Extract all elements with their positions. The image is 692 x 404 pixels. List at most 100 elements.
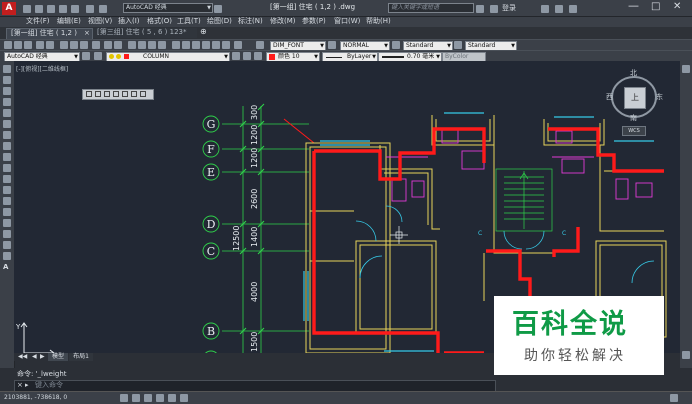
file-tab[interactable]: [第一组] 住宅 ( 1,2 ) × (6, 28, 93, 39)
viewcube-top-face[interactable]: 上 (624, 87, 646, 109)
arc-icon[interactable] (3, 120, 11, 128)
paste-icon[interactable] (80, 41, 88, 49)
markup-icon[interactable] (212, 41, 220, 49)
revision-cloud-icon[interactable] (3, 142, 11, 150)
polar-tracking-icon[interactable] (156, 394, 164, 402)
open-file-icon[interactable] (35, 5, 43, 13)
multiline-text-icon[interactable]: A (3, 263, 8, 272)
line-icon[interactable] (3, 65, 11, 73)
workspace-select[interactable]: AutoCAD 经典 ▼ (123, 3, 213, 13)
next-layout-icon[interactable]: ▶ (40, 352, 45, 361)
compass-north[interactable]: 北 (630, 69, 637, 78)
save-icon[interactable] (24, 41, 32, 49)
prev-layout-icon[interactable]: ◀ (32, 352, 37, 361)
dim-style-icon[interactable] (328, 41, 336, 49)
make-current-layer-icon[interactable] (232, 52, 240, 60)
cut-icon[interactable] (60, 41, 68, 49)
save-as-icon[interactable] (59, 5, 67, 13)
app-store-icon[interactable] (541, 5, 549, 13)
command-close-icon[interactable]: × (17, 381, 23, 390)
table-icon[interactable] (3, 252, 11, 260)
object-snap-icon[interactable] (168, 394, 176, 402)
login-link[interactable]: 登录 (502, 4, 516, 13)
gradient-icon[interactable] (3, 230, 11, 238)
zoom-window-icon[interactable] (148, 41, 156, 49)
search-icon[interactable] (476, 5, 484, 13)
menu-item[interactable]: 标注(N) (238, 17, 263, 26)
layout-tab-layout1[interactable]: 布局1 (69, 353, 93, 361)
new-file-icon[interactable] (23, 5, 31, 13)
help-icon[interactable] (234, 41, 242, 49)
text-style-icon[interactable] (256, 41, 264, 49)
lineweight-icon[interactable] (180, 394, 188, 402)
menu-item[interactable]: 参数(P) (302, 17, 326, 26)
wcs-menu[interactable]: WCS (622, 126, 646, 136)
save-icon[interactable] (47, 5, 55, 13)
tool-palettes-icon[interactable] (192, 41, 200, 49)
construction-line-icon[interactable] (3, 76, 11, 84)
make-block-icon[interactable] (3, 197, 11, 205)
redo-icon[interactable] (114, 41, 122, 49)
compass-east[interactable]: 东 (656, 93, 663, 102)
first-layout-icon[interactable]: ◀◀ (18, 352, 27, 361)
open-icon[interactable] (14, 41, 22, 49)
scroll-down-icon[interactable] (682, 351, 690, 359)
minimize-button[interactable]: — (628, 0, 639, 11)
layout-tab-model[interactable]: 模型 (48, 353, 68, 361)
insert-block-icon[interactable] (3, 186, 11, 194)
redo-icon[interactable] (99, 5, 107, 13)
menu-item[interactable]: 插入(I) (118, 17, 140, 26)
exchange-icon[interactable] (555, 5, 563, 13)
copy-icon[interactable] (70, 41, 78, 49)
menu-item[interactable]: 工具(T) (177, 17, 201, 26)
zoom-icon[interactable] (138, 41, 146, 49)
layer-properties-icon[interactable] (94, 52, 102, 60)
rectangle-icon[interactable] (3, 109, 11, 117)
help-icon[interactable] (569, 5, 577, 13)
file-tab[interactable]: [第三组] 住宅 ( 5 , 6 ) 123* (93, 28, 197, 38)
workspace-settings-icon[interactable] (82, 52, 90, 60)
close-button[interactable]: ✕ (673, 2, 681, 12)
snap-mode-icon[interactable] (120, 394, 128, 402)
plot-icon[interactable] (36, 41, 44, 49)
polyline-icon[interactable] (3, 87, 11, 95)
layer-state-icon[interactable] (254, 52, 262, 60)
pan-icon[interactable] (128, 41, 136, 49)
compass-west[interactable]: 西 (606, 93, 613, 102)
table-style-icon[interactable] (392, 41, 400, 49)
menu-item[interactable]: 绘图(D) (207, 17, 232, 26)
spline-icon[interactable] (3, 153, 11, 161)
layer-previous-icon[interactable] (243, 52, 251, 60)
grid-display-icon[interactable] (132, 394, 140, 402)
circle-icon[interactable] (3, 131, 11, 139)
mleader-style-icon[interactable] (454, 41, 462, 49)
hatch-icon[interactable] (3, 219, 11, 227)
close-icon[interactable]: × (84, 29, 90, 38)
user-icon[interactable] (490, 5, 498, 13)
viewcube[interactable]: 上 北 南 东 西 WCS (604, 69, 664, 137)
undo-icon[interactable] (104, 41, 112, 49)
search-input[interactable]: 键入关键字或短语 (388, 3, 474, 13)
customization-icon[interactable] (670, 394, 678, 402)
scroll-up-icon[interactable] (682, 65, 690, 73)
menu-item[interactable]: 文件(F) (26, 17, 50, 26)
match-properties-icon[interactable] (92, 41, 100, 49)
menu-item[interactable]: 编辑(E) (57, 17, 81, 26)
zoom-previous-icon[interactable] (158, 41, 166, 49)
maximize-button[interactable]: □ (651, 2, 660, 12)
app-logo[interactable]: A (2, 2, 16, 15)
point-icon[interactable] (3, 208, 11, 216)
polygon-icon[interactable] (3, 98, 11, 106)
menu-item[interactable]: 修改(M) (270, 17, 296, 26)
ellipse-arc-icon[interactable] (3, 175, 11, 183)
ortho-mode-icon[interactable] (144, 394, 152, 402)
calculator-icon[interactable] (222, 41, 230, 49)
design-center-icon[interactable] (182, 41, 190, 49)
menu-item[interactable]: 窗口(W) (334, 17, 360, 26)
properties-icon[interactable] (172, 41, 180, 49)
menu-item[interactable]: 帮助(H) (366, 17, 391, 26)
menu-item[interactable]: 格式(O) (147, 17, 172, 26)
print-icon[interactable] (71, 5, 79, 13)
new-icon[interactable] (4, 41, 12, 49)
undo-icon[interactable] (86, 5, 94, 13)
